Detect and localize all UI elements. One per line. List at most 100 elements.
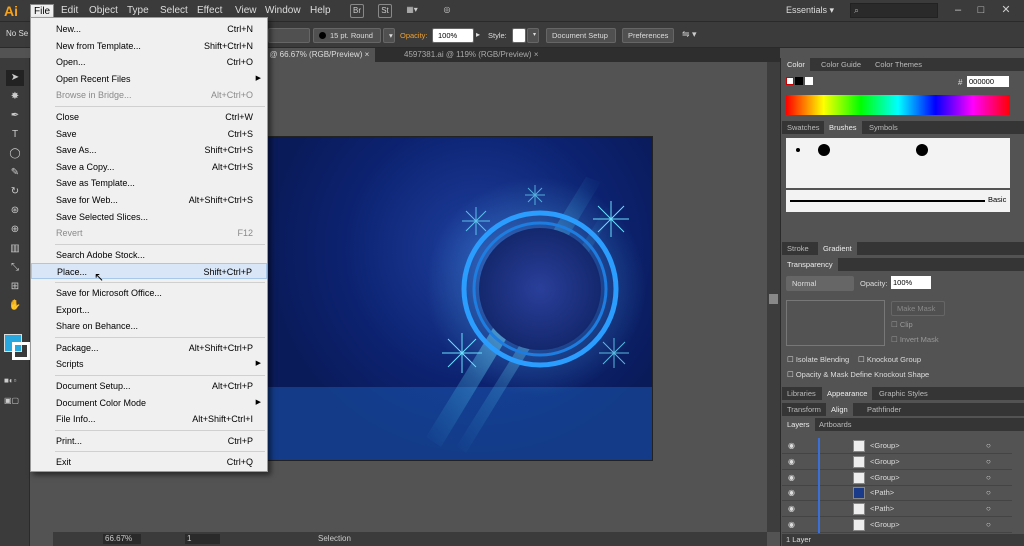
file-menu-item[interactable]: New from Template... Shift+Ctrl+N bbox=[31, 38, 267, 54]
menu-edit[interactable]: Edit bbox=[58, 4, 81, 18]
tab-transparency[interactable]: Transparency bbox=[782, 258, 838, 271]
invert-mask-checkbox[interactable]: ☐ Invert Mask bbox=[891, 335, 939, 344]
stroke-weight-field[interactable] bbox=[268, 28, 310, 43]
file-menu-item[interactable]: Exit Ctrl+Q bbox=[31, 454, 267, 470]
tab-gradient[interactable]: Gradient bbox=[818, 242, 857, 255]
preferences-button[interactable]: Preferences bbox=[622, 28, 674, 43]
tab-pathfinder[interactable]: Pathfinder bbox=[862, 403, 906, 416]
opacity-arrow-icon[interactable]: ▸ bbox=[476, 30, 480, 39]
file-menu-item[interactable]: Scripts ▶ bbox=[31, 356, 267, 372]
brush-definition-dropdown[interactable]: 15 pt. Round bbox=[313, 28, 381, 43]
layer-row[interactable]: ◉ <Group> ○ bbox=[782, 438, 1012, 454]
menu-window[interactable]: Window bbox=[262, 4, 304, 18]
style-swatch[interactable] bbox=[512, 28, 526, 43]
none-swatch[interactable] bbox=[786, 77, 794, 85]
make-mask-button[interactable]: Make Mask bbox=[891, 301, 945, 316]
tab-document-2[interactable]: 4597381.ai @ 119% (RGB/Preview) × bbox=[398, 48, 545, 62]
arrange-icon[interactable]: ⇋ ▾ bbox=[682, 29, 697, 40]
workspace-switcher[interactable]: Essentials ▾ bbox=[786, 5, 834, 16]
close-window-button[interactable]: ✕ bbox=[998, 3, 1014, 17]
layer-row[interactable]: ◉ <Path> ○ bbox=[782, 485, 1012, 502]
file-menu-item[interactable]: Save As... Shift+Ctrl+S bbox=[31, 142, 267, 158]
tab-artboards[interactable]: Artboards bbox=[814, 418, 857, 431]
layer-row[interactable]: ◉ <Group> ○ bbox=[782, 517, 1012, 533]
target-icon[interactable]: ○ bbox=[986, 501, 991, 517]
stock-icon[interactable]: St bbox=[378, 4, 392, 18]
file-menu-item[interactable]: Save a Copy... Alt+Ctrl+S bbox=[31, 159, 267, 175]
minimize-button[interactable]: – bbox=[950, 3, 966, 17]
artboard-number-field[interactable]: 1 bbox=[185, 534, 220, 544]
color-spectrum[interactable] bbox=[786, 95, 1010, 115]
style-dropdown[interactable]: ▾ bbox=[527, 28, 539, 43]
bridge-icon[interactable]: Br bbox=[350, 4, 364, 18]
magic-wand-icon[interactable]: ✸ bbox=[6, 89, 24, 105]
tab-stroke[interactable]: Stroke bbox=[782, 242, 814, 255]
visibility-eye-icon[interactable]: ◉ bbox=[788, 454, 795, 470]
brush-tool-icon[interactable]: ✎ bbox=[6, 165, 24, 181]
file-menu-item[interactable]: Save Selected Slices... bbox=[31, 209, 267, 225]
layer-row[interactable]: ◉ <Group> ○ bbox=[782, 469, 1012, 486]
visibility-eye-icon[interactable]: ◉ bbox=[788, 517, 795, 533]
file-menu-item[interactable]: Search Adobe Stock... bbox=[31, 247, 267, 263]
file-menu-item[interactable]: Browse in Bridge... Alt+Ctrl+O bbox=[31, 87, 267, 103]
opacity-input[interactable]: 100% bbox=[432, 28, 474, 43]
tab-color-themes[interactable]: Color Themes bbox=[870, 58, 927, 71]
tab-document-1[interactable]: * @ 66.67% (RGB/Preview) × bbox=[258, 48, 376, 62]
stroke-swatch[interactable] bbox=[12, 342, 30, 360]
zoom-field[interactable]: 66.67% bbox=[103, 534, 141, 544]
gpu-performance-icon[interactable]: ◎ bbox=[440, 4, 454, 18]
visibility-eye-icon[interactable]: ◉ bbox=[788, 470, 795, 486]
warp-tool-icon[interactable]: ⊛ bbox=[6, 203, 24, 219]
file-menu-item[interactable]: Print... Ctrl+P bbox=[31, 433, 267, 449]
file-menu-item[interactable]: Document Color Mode ▶ bbox=[31, 395, 267, 411]
menu-select[interactable]: Select bbox=[157, 4, 191, 18]
pen-tool-icon[interactable]: ✒ bbox=[6, 108, 24, 124]
ellipse-tool-icon[interactable]: ◯ bbox=[6, 146, 24, 162]
visibility-eye-icon[interactable]: ◉ bbox=[788, 438, 795, 454]
document-setup-button[interactable]: Document Setup bbox=[546, 28, 616, 43]
menu-view[interactable]: View bbox=[232, 4, 260, 18]
file-menu-item[interactable]: Revert F12 bbox=[31, 225, 267, 241]
file-menu-item[interactable]: Share on Behance... bbox=[31, 318, 267, 334]
tab-appearance[interactable]: Appearance bbox=[822, 387, 873, 400]
transparency-opacity-input[interactable]: 100% bbox=[891, 276, 931, 289]
file-menu-item[interactable]: Export... bbox=[31, 302, 267, 318]
tab-color[interactable]: Color bbox=[782, 58, 810, 71]
tab-brushes[interactable]: Brushes bbox=[824, 121, 862, 134]
layer-row[interactable]: ◉ <Group> ○ bbox=[782, 453, 1012, 470]
visibility-eye-icon[interactable]: ◉ bbox=[788, 501, 795, 517]
clip-checkbox[interactable]: ☐ Clip bbox=[891, 320, 913, 329]
graph-tool-icon[interactable]: ▥ bbox=[6, 241, 24, 257]
tab-graphic-styles[interactable]: Graphic Styles bbox=[874, 387, 933, 400]
selection-tool-icon[interactable]: ➤ bbox=[6, 70, 24, 86]
brush-thumbnails[interactable] bbox=[786, 138, 1010, 188]
brush-large-dot[interactable] bbox=[818, 144, 830, 156]
tab-align[interactable]: Align bbox=[826, 403, 853, 416]
artboard[interactable] bbox=[265, 136, 653, 461]
target-icon[interactable]: ○ bbox=[986, 454, 991, 470]
tab-transform[interactable]: Transform bbox=[782, 403, 826, 416]
tab-layers[interactable]: Layers bbox=[782, 418, 815, 431]
hex-input[interactable]: 000000 bbox=[967, 76, 1009, 87]
file-menu-item[interactable]: Save as Template... bbox=[31, 175, 267, 191]
file-menu-item[interactable]: Document Setup... Alt+Ctrl+P bbox=[31, 378, 267, 394]
tab-color-guide[interactable]: Color Guide bbox=[816, 58, 866, 71]
blend-mode-select[interactable]: Normal bbox=[786, 276, 854, 291]
scroll-thumb[interactable] bbox=[769, 294, 778, 304]
file-menu-item[interactable]: Package... Alt+Shift+Ctrl+P bbox=[31, 340, 267, 356]
file-menu-item[interactable]: Open... Ctrl+O bbox=[31, 54, 267, 70]
target-icon[interactable]: ○ bbox=[986, 438, 991, 454]
file-menu-item[interactable]: Save Ctrl+S bbox=[31, 126, 267, 142]
file-menu-item[interactable]: Open Recent Files ▶ bbox=[31, 71, 267, 87]
tab-libraries[interactable]: Libraries bbox=[782, 387, 821, 400]
white-swatch[interactable] bbox=[805, 77, 813, 85]
target-icon[interactable]: ○ bbox=[986, 485, 991, 501]
target-icon[interactable]: ○ bbox=[986, 517, 991, 533]
visibility-eye-icon[interactable]: ◉ bbox=[788, 485, 795, 501]
vertical-scrollbar[interactable] bbox=[767, 62, 780, 532]
tab-swatches[interactable]: Swatches bbox=[782, 121, 825, 134]
basic-brush-row[interactable]: Basic bbox=[786, 190, 1010, 212]
hand-tool-icon[interactable]: ✋ bbox=[6, 298, 24, 314]
file-menu-item[interactable]: Save for Web... Alt+Shift+Ctrl+S bbox=[31, 192, 267, 208]
file-menu-item[interactable]: Close Ctrl+W bbox=[31, 109, 267, 125]
